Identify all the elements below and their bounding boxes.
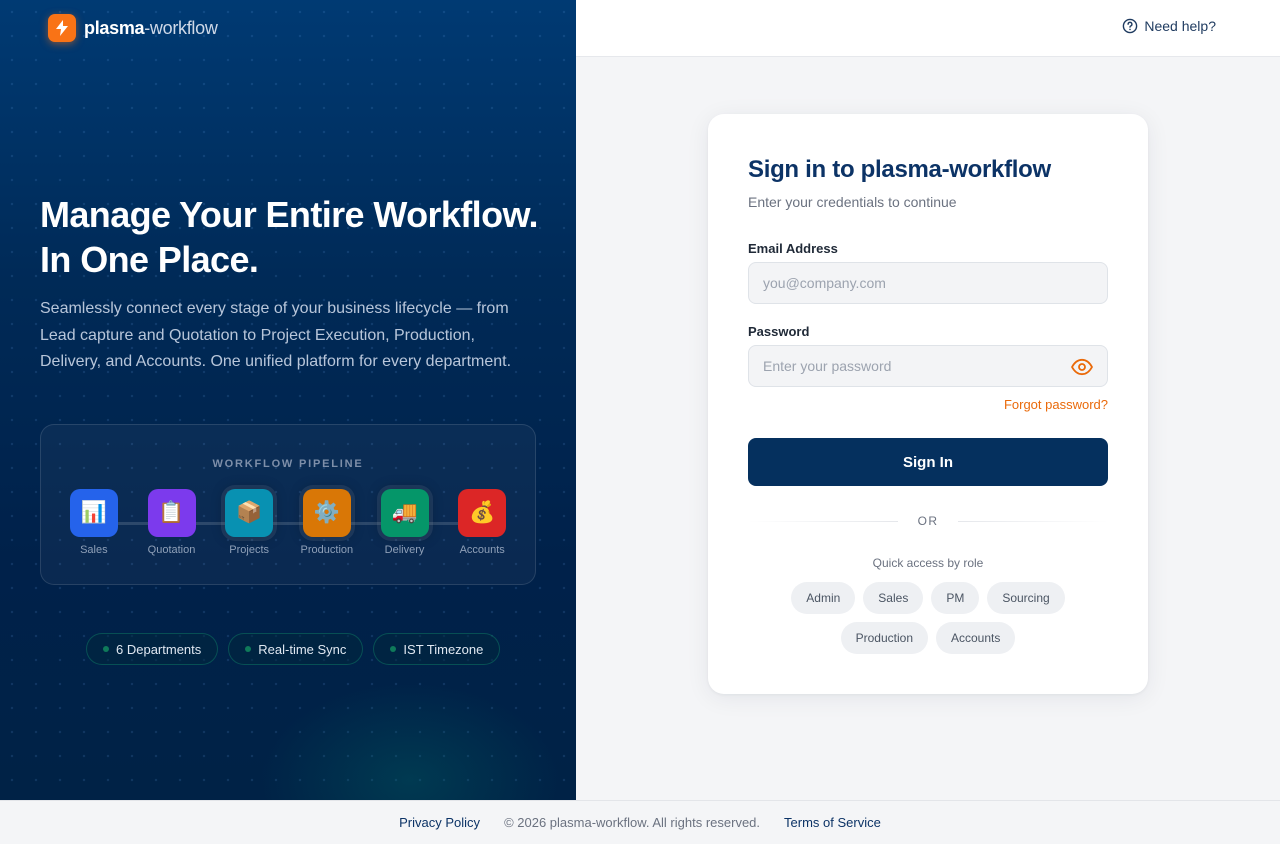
feature-chip: Real-time Sync [228,633,364,665]
hero-title-line2: In One Place. [40,239,259,280]
footer: Privacy Policy © 2026 plasma-workflow. A… [0,800,1280,844]
quick-access-label: Quick access by role [872,556,984,570]
step-icon: 📊 [69,489,118,537]
top-bar: Need help? [576,0,1280,57]
chip-label: IST Timezone [403,641,484,657]
step-icon: 🚚 [380,489,429,537]
chip-label: 6 Departments [116,641,202,657]
role-button-production[interactable]: Production [840,622,928,654]
divider-line-left [748,520,898,522]
role-buttons: Admin Sales PM Sourcing Production Accounts [778,582,1078,654]
feature-chip: IST Timezone [373,633,501,665]
step-icon: 📋 [147,489,196,537]
step-label: Sales [80,544,108,556]
step-icon: 💰 [458,489,507,537]
workflow-pipeline: WORKFLOW PIPELINE 📊 Sales 📋 Quotation 📦 Proje… [40,424,536,585]
pipeline-step: 🚚 Delivery [366,489,444,556]
sign-in-title: Sign in to plasma-workflow [748,156,1051,183]
show-password-eye-icon[interactable] [1070,355,1094,379]
divider-line-right [958,520,1108,522]
pipeline-step: 📦 Projects [210,489,288,556]
copyright-text: © 2026 plasma-workflow. All rights reser… [504,815,761,830]
step-icon: ⚙️ [302,489,351,537]
need-help-link[interactable]: Need help? [1122,18,1216,34]
chip-label: Real-time Sync [258,641,347,657]
brand-name: plasma-workflow [84,18,218,39]
sign-in-button[interactable]: Sign In [748,438,1108,486]
or-text: OR [917,514,939,528]
brand[interactable]: plasma-workflow [48,14,218,42]
pipeline-steps: 📊 Sales 📋 Quotation 📦 Projects ⚙️ Production 🚚 De… [55,489,521,556]
sign-in-subtitle: Enter your credentials to continue [748,194,957,210]
brand-name-bold: plasma [84,17,145,38]
status-dot-icon [390,646,397,652]
role-button-sourcing[interactable]: Sourcing [987,582,1065,614]
hero-subtitle: Seamlessly connect every stage of your b… [40,300,512,370]
help-circle-icon [1123,18,1138,34]
role-button-sales[interactable]: Sales [863,582,924,614]
status-dot-icon [245,646,252,652]
step-label: Quotation [147,544,196,556]
step-label: Production [300,544,354,556]
email-label: Email Address [748,241,838,256]
step-label: Delivery [384,544,425,556]
glow-decoration [260,680,560,800]
pipeline-step: 💰 Accounts [443,489,521,556]
hero-title: Manage Your Entire Workflow. In One Plac… [40,192,560,282]
feature-chip: 6 Departments [86,633,219,665]
role-button-pm[interactable]: PM [931,582,980,614]
password-field[interactable] [748,345,1108,387]
pipeline-title: WORKFLOW PIPELINE [212,458,364,470]
pipeline-step: ⚙️ Production [288,489,366,556]
brand-name-rest: -workflow [144,17,218,38]
or-divider: OR [748,514,1108,528]
role-button-admin[interactable]: Admin [791,582,856,614]
forgot-password-link[interactable]: Forgot password? [1004,397,1108,412]
pipeline-step: 📋 Quotation [133,489,211,556]
step-label: Accounts [459,544,505,556]
feature-chips: 6 Departments Real-time Sync IST Timezone [86,633,501,665]
password-label: Password [748,324,810,339]
role-button-accounts[interactable]: Accounts [936,622,1016,654]
pipeline-step: 📊 Sales [55,489,133,556]
privacy-policy-link[interactable]: Privacy Policy [399,815,480,830]
hero-panel: plasma-workflow Manage Your Entire Workf… [0,0,576,800]
status-dot-icon [103,646,109,652]
hero-title-line1: Manage Your Entire Workflow. [40,194,539,235]
step-icon: 📦 [225,489,274,537]
step-label: Projects [229,544,270,556]
terms-of-service-link[interactable]: Terms of Service [784,815,881,830]
need-help-label: Need help? [1144,18,1216,34]
sign-in-card: Sign in to plasma-workflow Enter your cr… [708,114,1148,694]
email-field[interactable] [748,262,1108,304]
lightning-logo-icon [48,14,76,42]
